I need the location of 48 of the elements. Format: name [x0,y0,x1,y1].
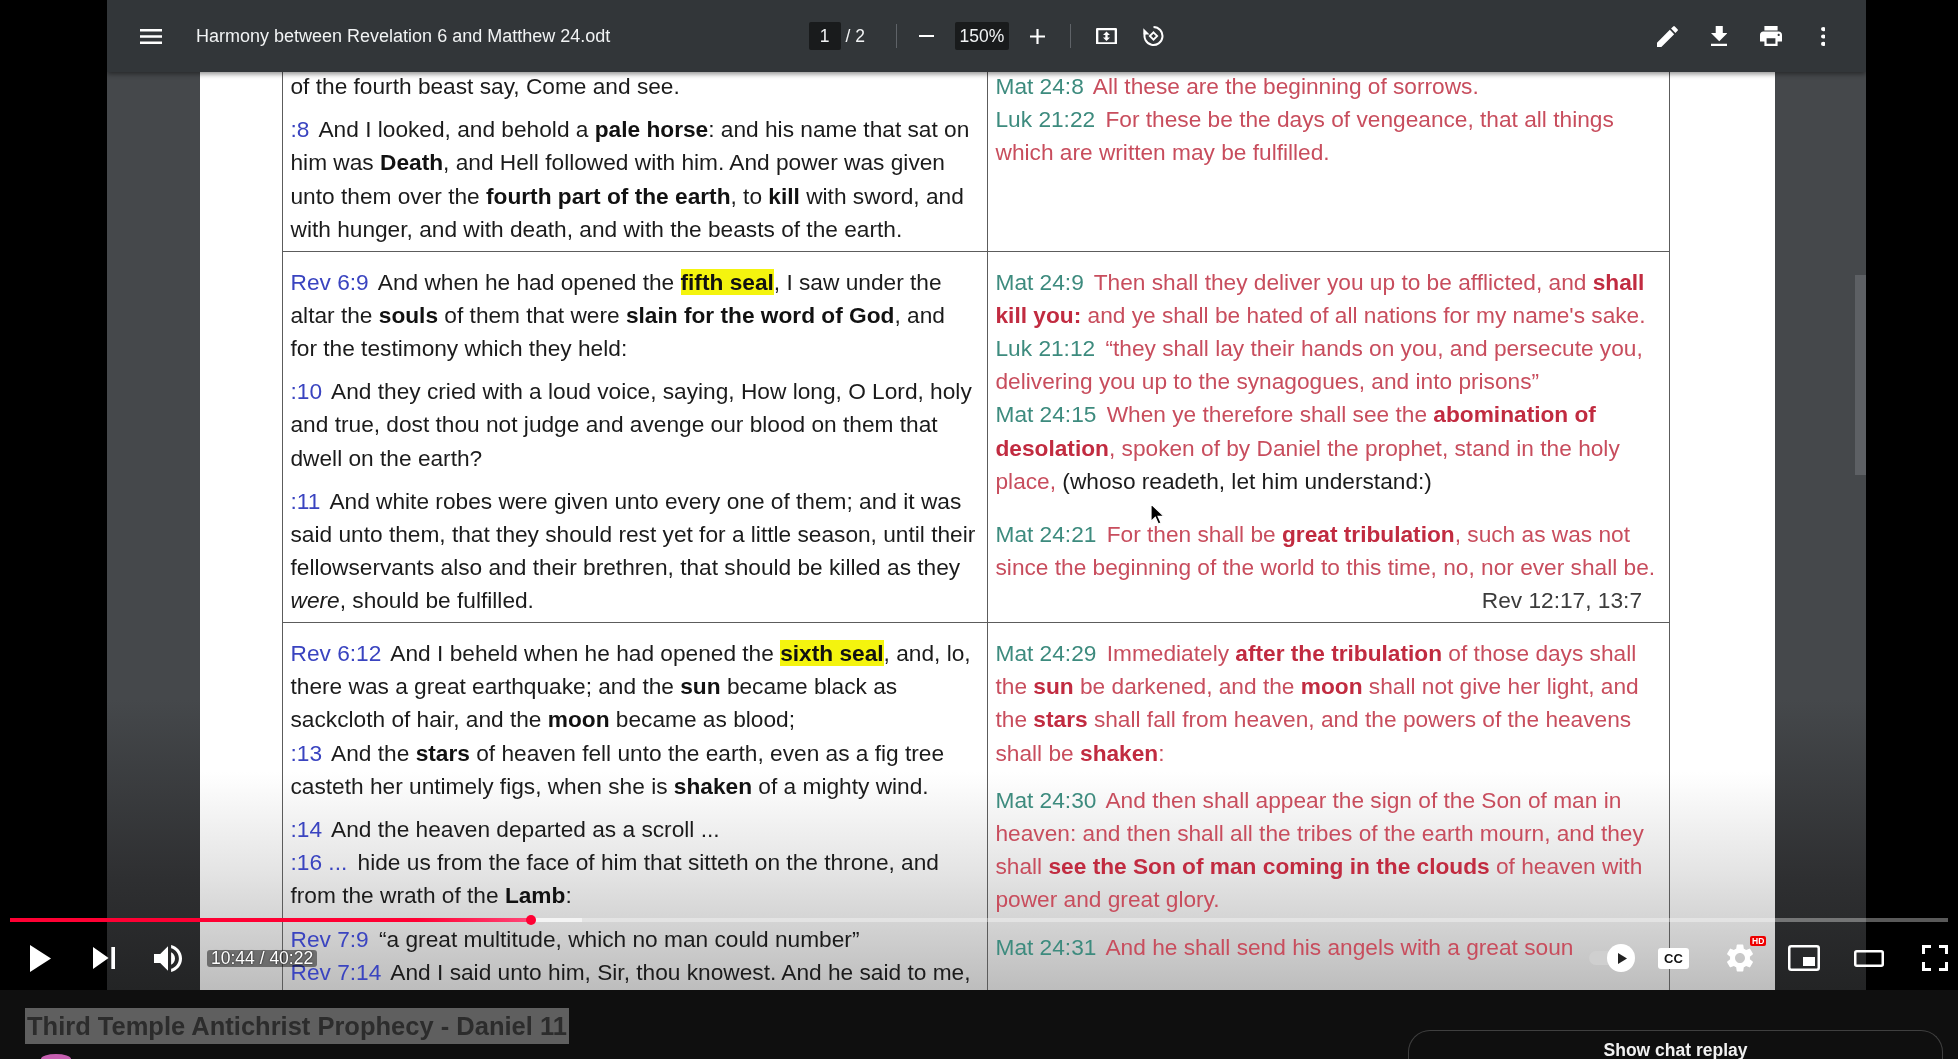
page-number-field[interactable]: 1 [808,22,841,50]
fit-page-icon[interactable] [1096,27,1118,45]
theater-mode-icon[interactable] [1854,949,1884,967]
rotate-icon[interactable] [1143,25,1165,47]
more-icon[interactable] [1820,26,1826,46]
next-icon[interactable] [93,947,115,969]
verse-text: :10 And they cried with a loud voice, saying, How long, O Lord, holy and true, dost thou not judge and avenge our blood on them that dwell on the earth? [290,377,973,473]
pencil-icon[interactable] [1656,25,1678,47]
document-title: Harmony between Revelation 6 and Matthew 24.odt [196,25,611,47]
page-count: / 2 [845,25,865,47]
cursor-icon [1150,503,1165,525]
captions-button[interactable]: CC [1658,947,1689,969]
plus-icon[interactable] [1030,28,1046,44]
verse-text: Mat 24:29 Immediately after the tribulation of those days shall the sun be darkened, and the moon shall not give her light, and the stars shall fall from heaven, and the powers of the heavens shall be shaken: [995,639,1640,768]
volume-icon[interactable] [154,944,182,972]
channel-avatar[interactable] [41,1054,71,1059]
verse-text: Mat 24:30 And then shall appear the sign of the Son of man in heaven: and then shall all the tribes of the earth mourn, and they shall see the Son of man coming in the clouds of heaven with power and great glory. [995,785,1645,915]
chat-replay-button[interactable]: Show chat replay [1408,1030,1943,1059]
fullscreen-icon[interactable] [1922,945,1948,971]
verse-text: Rev 6:12 And I beheld when he had opened the sixth seal, and, lo, there was a great earthquake; and the sun became black as sackcloth of hair, and the moon became as blood; [290,639,972,735]
verse-text: :16 ... hide us from the face of him that sitteth on the throne, and from the wrath of the Lamb: [290,848,940,911]
verse-text: :13 And the stars of heaven fell unto the earth, even as a fig tree casteth her untimely figs, when she is shaken of a mighty wind. [290,738,946,801]
verse-text: Mat 24:31 And he shall send his angels with a great soun [995,932,1574,962]
verse-text: Mat 24:21 For then shall be great tribulation, such as was not since the beginning of the world to this time, no, nor ever shall be. [995,519,1657,583]
cross-reference: Rev 12:17, 13:7 [1481,586,1642,616]
miniplayer-icon[interactable] [1788,945,1820,971]
verse-text: Luk 21:22 For these be the days of vengeance, that all things which are written may be fulfilled. [995,105,1615,168]
download-icon[interactable] [1710,26,1728,46]
verse-text: :14 And the heaven departed as a scroll ... [290,815,720,845]
minus-icon[interactable] [919,34,935,38]
verse-text: :11 And white robes were given unto every one of them; and it was said unto them, that they should rest yet for a little season, until their fellowservants also and their brethren, that should be killed as they were, should be fulfilled. [290,486,977,616]
scrubber-handle[interactable] [526,914,537,925]
verse-text: Luk 21:12 “they shall lay their hands on you, and persecute you, delivering you up to the synagogues, and into prisons” [995,333,1644,397]
verse-text: Rev 6:9 And when he had opened the fifth seal, I saw under the altar the souls of them that were slain for the word of God, and for the testimony which they held: [290,267,946,363]
scrollbar-thumb[interactable] [1855,275,1866,475]
verse-text: Mat 24:9 Then shall they deliver you up to be afflicted, and shall kill you: and ye shall be hated of all nations for my name's sake. [995,267,1647,330]
verse-text: Mat 24:15 When ye therefore shall see the abomination of desolation, spoken of by Daniel the prophet, stand in the holy place, (whoso readeth, let him understand:) [995,400,1621,496]
verse-text: Rev 7:9 “a great multitude, which no man could number” [290,924,860,952]
quality-badge: HD [1750,936,1767,946]
play-icon [1617,952,1627,964]
play-icon[interactable] [29,944,51,972]
verse-text: of the fourth beast say, Come and see. [290,72,680,101]
verse-text: :8 And I looked, and behold a pale horse: and his name that sat on him was Death, and Hell followed with him. And power was given unto them over the fourth part of the earth, to kill with sword, and with hunger, and with death, and with the beasts of the earth. [290,115,971,244]
zoom-field[interactable]: 150% [955,22,1009,50]
menu-icon[interactable] [140,28,162,44]
printer-icon[interactable] [1760,26,1782,46]
video-player[interactable] [0,0,1958,990]
verse-text: Mat 24:8 All these are the beginning of sorrows. [995,72,1479,101]
